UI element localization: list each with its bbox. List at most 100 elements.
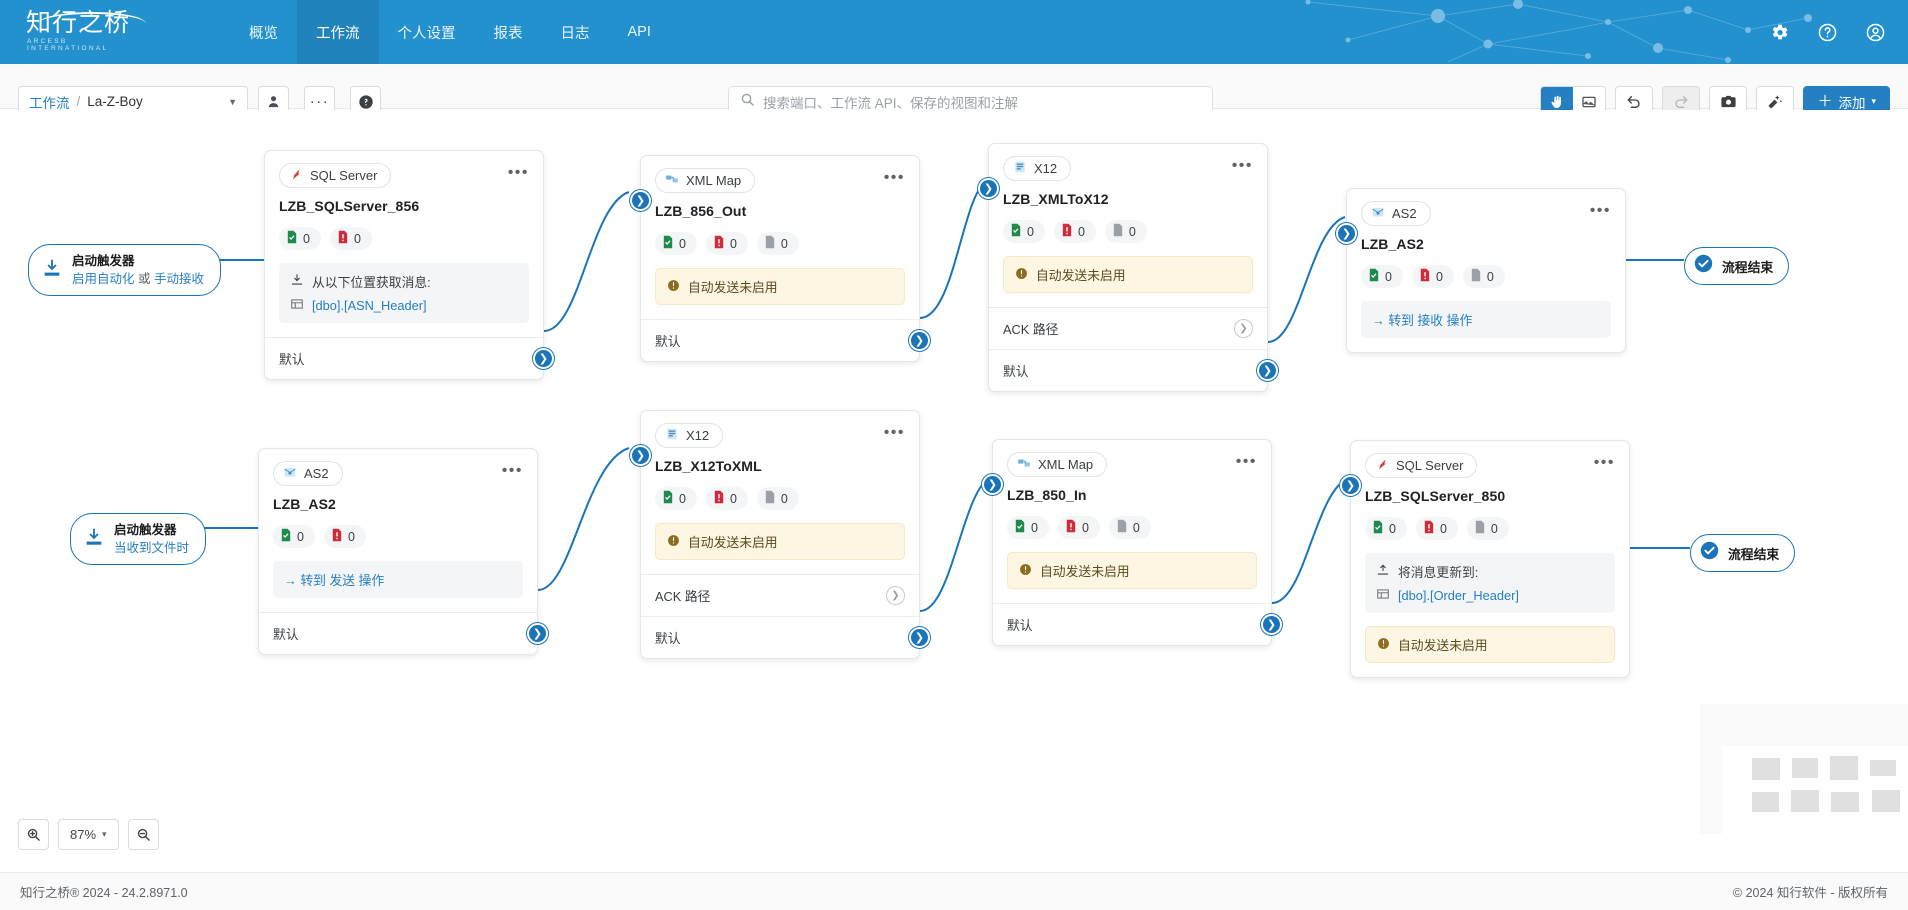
- count-success[interactable]: 0: [1007, 516, 1049, 539]
- node-menu-icon[interactable]: •••: [1594, 453, 1615, 469]
- node-x12-x12toxml[interactable]: X12 ••• LZB_X12ToXML 0 0 0: [640, 410, 920, 659]
- node-x12-xmltox12[interactable]: X12 ••• LZB_XMLToX12 0 0 0: [988, 143, 1268, 392]
- count-error[interactable]: 0: [706, 487, 748, 510]
- zoom-out-button[interactable]: [128, 819, 159, 850]
- count-error[interactable]: 0: [330, 227, 372, 250]
- node-output-row-default[interactable]: 默认 ❯: [259, 612, 537, 654]
- zoom-level-select[interactable]: 87% ▾: [58, 819, 119, 850]
- pill-title: 启动触发器: [72, 254, 135, 268]
- node-output-row-default[interactable]: 默认 ❯: [641, 616, 919, 658]
- count-error[interactable]: 0: [1054, 220, 1096, 243]
- node-output-row-default[interactable]: 默认 ❯: [989, 349, 1267, 391]
- search-input-placeholder[interactable]: 搜索端口、工作流 API、保存的视图和注解: [763, 92, 1018, 112]
- flow-end-label: 流程结束: [1722, 257, 1773, 276]
- output-row-label: 默认: [655, 331, 681, 350]
- nav-item-overview[interactable]: 概览: [230, 0, 297, 64]
- count-success[interactable]: 0: [1365, 517, 1407, 540]
- count-plain[interactable]: 0: [1467, 517, 1509, 540]
- output-port-icon[interactable]: ❯: [533, 348, 554, 369]
- node-xmlmap-850-in[interactable]: XML Map ••• LZB_850_In 0 0 0: [992, 439, 1272, 646]
- account-icon[interactable]: [1864, 21, 1886, 43]
- input-port-icon[interactable]: ❯: [630, 445, 651, 466]
- output-row-label: ACK 路径: [655, 586, 710, 605]
- node-menu-icon[interactable]: •••: [1232, 156, 1253, 172]
- gear-icon[interactable]: [1768, 21, 1790, 43]
- node-output-row-default[interactable]: 默认 ❯: [641, 319, 919, 361]
- input-port-icon[interactable]: ❯: [630, 190, 651, 211]
- node-sqlserver-856[interactable]: SQL Server ••• LZB_SQLServer_856 0 0 从以下…: [264, 150, 544, 380]
- panel-line-1: 从以下位置获取消息:: [312, 272, 431, 291]
- input-port-icon[interactable]: ❯: [982, 474, 1003, 495]
- help-icon[interactable]: [1816, 21, 1838, 43]
- node-type-label: X12: [686, 428, 709, 443]
- node-output-row-default[interactable]: 默认 ❯: [265, 337, 543, 379]
- pill-subtitle-a[interactable]: 启用自动化: [72, 272, 135, 286]
- count-error[interactable]: 0: [1412, 265, 1454, 288]
- output-port-icon[interactable]: ❯: [909, 627, 930, 648]
- input-port-icon[interactable]: ❯: [1340, 475, 1361, 496]
- panel-line-2[interactable]: [dbo].[Order_Header]: [1398, 588, 1519, 603]
- output-port-icon-inactive[interactable]: ❯: [886, 586, 905, 605]
- count-plain[interactable]: 0: [1109, 516, 1151, 539]
- as2-icon: [1371, 205, 1385, 222]
- node-menu-icon[interactable]: •••: [502, 461, 523, 477]
- node-output-row-ack[interactable]: ACK 路径 ❯: [989, 307, 1267, 349]
- canvas-minimap[interactable]: [1700, 704, 1908, 834]
- output-port-icon[interactable]: ❯: [527, 623, 548, 644]
- start-trigger-pill-bottom[interactable]: 启动触发器 当收到文件时: [70, 513, 206, 565]
- app-footer: 知行之桥® 2024 - 24.2.8971.0 © 2024 知行软件 - 版…: [0, 872, 1908, 910]
- zoom-in-button[interactable]: [18, 819, 49, 850]
- count-success[interactable]: 0: [1003, 220, 1045, 243]
- node-goto-link[interactable]: → 转到 接收 操作: [1361, 301, 1611, 338]
- node-output-row-default[interactable]: 默认 ❯: [993, 603, 1271, 645]
- minimap-viewport[interactable]: [1722, 746, 1908, 834]
- nav-item-api[interactable]: API: [609, 0, 670, 64]
- count-error[interactable]: 0: [1058, 516, 1100, 539]
- node-menu-icon[interactable]: •••: [884, 168, 905, 184]
- count-error[interactable]: 0: [706, 232, 748, 255]
- count-success[interactable]: 0: [655, 487, 697, 510]
- nav-item-workflow[interactable]: 工作流: [297, 0, 379, 64]
- input-port-icon[interactable]: ❯: [1336, 223, 1357, 244]
- node-as2-receive[interactable]: AS2 ••• LZB_AS2 0 0 → 转到 发送 操作 默认: [258, 448, 538, 655]
- nav-item-profile[interactable]: 个人设置: [379, 0, 475, 64]
- output-port-icon[interactable]: ❯: [909, 330, 930, 351]
- pill-subtitle-a: 当收到文件时: [114, 541, 189, 555]
- count-plain[interactable]: 0: [757, 232, 799, 255]
- breadcrumb-workflow-link[interactable]: 工作流: [29, 92, 70, 112]
- nav-item-logs[interactable]: 日志: [542, 0, 609, 64]
- node-menu-icon[interactable]: •••: [1590, 201, 1611, 217]
- panel-line-2[interactable]: [dbo].[ASN_Header]: [312, 298, 427, 313]
- nav-item-reports[interactable]: 报表: [475, 0, 542, 64]
- count-error[interactable]: 0: [1416, 517, 1458, 540]
- count-success[interactable]: 0: [279, 227, 321, 250]
- app-logo[interactable]: 知行之桥 ARCESB INTERNATIONAL: [22, 8, 152, 56]
- count-success[interactable]: 0: [273, 525, 315, 548]
- node-as2-send[interactable]: AS2 ••• LZB_AS2 0 0 0 →: [1346, 188, 1626, 353]
- count-success[interactable]: 0: [1361, 265, 1403, 288]
- workflow-canvas[interactable]: 启动触发器 启用自动化 或 手动接收 启动触发器 当收到文件时 流程结束 流程结…: [0, 110, 1908, 872]
- node-goto-link[interactable]: → 转到 发送 操作: [273, 561, 523, 598]
- count-plain[interactable]: 0: [1105, 220, 1147, 243]
- count-error[interactable]: 0: [324, 525, 366, 548]
- count-plain[interactable]: 0: [757, 487, 799, 510]
- header-actions: [1768, 0, 1886, 64]
- output-port-icon[interactable]: ❯: [1261, 614, 1282, 635]
- node-menu-icon[interactable]: •••: [884, 423, 905, 439]
- warning-icon: [667, 279, 680, 295]
- pill-subtitle-b[interactable]: 手动接收: [154, 272, 204, 286]
- count-value: 0: [679, 237, 686, 251]
- output-port-icon-inactive[interactable]: ❯: [1234, 319, 1253, 338]
- node-output-row-ack[interactable]: ACK 路径 ❯: [641, 574, 919, 616]
- count-success[interactable]: 0: [655, 232, 697, 255]
- node-xmlmap-856-out[interactable]: XML Map ••• LZB_856_Out 0 0 0: [640, 155, 920, 362]
- chevron-down-icon[interactable]: ▼: [228, 97, 237, 107]
- node-menu-icon[interactable]: •••: [508, 163, 529, 179]
- start-trigger-pill-top[interactable]: 启动触发器 启用自动化 或 手动接收: [28, 244, 221, 296]
- node-sqlserver-850[interactable]: SQL Server ••• LZB_SQLServer_850 0 0 0: [1350, 440, 1630, 678]
- output-port-icon[interactable]: ❯: [1257, 360, 1278, 381]
- count-plain[interactable]: 0: [1463, 265, 1505, 288]
- download-icon: [290, 273, 304, 290]
- node-menu-icon[interactable]: •••: [1236, 452, 1257, 468]
- input-port-icon[interactable]: ❯: [978, 178, 999, 199]
